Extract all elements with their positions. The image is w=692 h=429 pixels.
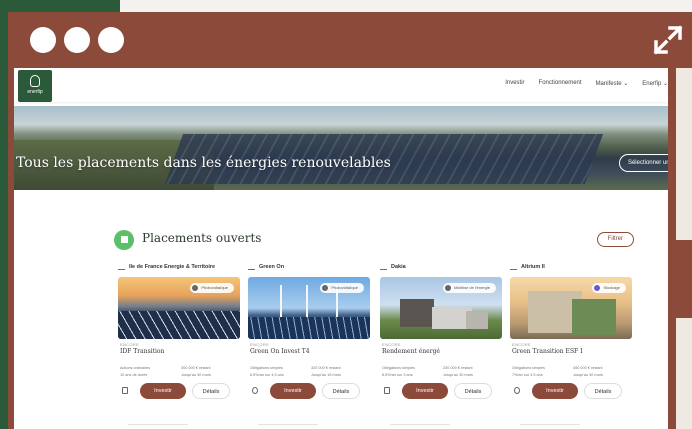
card-issuer: Green On	[248, 264, 370, 276]
card-title: Rendement énergé	[382, 348, 440, 355]
card-category-tag: Maîtrise de l'énergie	[443, 283, 496, 293]
site-nav: enerfip Investir Fonctionnement Manifest…	[14, 68, 668, 102]
card-image: Photovoltaïque	[248, 277, 370, 339]
window-control-dot[interactable]	[98, 27, 124, 53]
side-scroll-strip	[670, 68, 692, 429]
card-actions: Investir Détails	[380, 382, 502, 400]
card-label: ENCORE	[250, 342, 269, 347]
card-title: IDF Transition	[120, 348, 165, 355]
scroll-track-segment[interactable]	[676, 318, 692, 429]
card-title: Green Transition ESF I	[512, 348, 583, 355]
invest-button[interactable]: Investir	[270, 383, 316, 399]
section-title: Placements ouverts	[142, 231, 262, 245]
investment-card[interactable]: Green On Photovoltaïque ENCORE Green On …	[248, 264, 370, 414]
enerfip-logo[interactable]: enerfip	[18, 70, 52, 102]
invest-button[interactable]: Investir	[402, 383, 448, 399]
flag-icon	[114, 230, 134, 250]
leaf-icon	[30, 75, 40, 87]
card-actions: Investir Détails	[118, 382, 240, 400]
nav-links: Investir Fonctionnement Manifeste ⌄ Ener…	[505, 80, 668, 87]
details-button[interactable]: Détails	[454, 383, 492, 399]
card-category-tag: Stockage	[592, 283, 626, 293]
expand-arrows-icon[interactable]	[650, 22, 686, 58]
window-control-dot[interactable]	[64, 27, 90, 53]
investment-cards: Ile de France Energie & Territoire Photo…	[118, 264, 634, 414]
nav-link-enerfip[interactable]: Enerfip ⌄	[642, 80, 668, 87]
card-specs: Obligations simples 320 000 € restant 6,5…	[250, 366, 341, 377]
card-image: Photovoltaïque	[118, 277, 240, 339]
card-category-tag: Photovoltaïque	[320, 283, 364, 293]
invest-button[interactable]: Investir	[532, 383, 578, 399]
card-issuer: Dakia	[380, 264, 502, 276]
details-button[interactable]: Détails	[584, 383, 622, 399]
project-icon	[510, 264, 517, 270]
project-icon	[248, 264, 255, 270]
card-label: ENCORE	[382, 342, 401, 347]
window-control-dot[interactable]	[30, 27, 56, 53]
nav-link-fonctionnement[interactable]: Fonctionnement	[539, 80, 582, 87]
hero-select-button[interactable]: Sélectionner une	[618, 154, 668, 172]
card-actions: Investir Détails	[510, 382, 632, 400]
project-icon	[380, 264, 387, 270]
card-issuer: Altrium II	[510, 264, 632, 276]
card-specs: Obligations simples 230 000 € restant 8,5…	[382, 366, 473, 377]
lock-icon	[122, 387, 128, 394]
card-issuer: Ile de France Energie & Territoire	[118, 264, 240, 276]
nav-link-investir[interactable]: Investir	[505, 80, 524, 87]
details-button[interactable]: Détails	[322, 383, 360, 399]
lock-icon	[384, 387, 390, 394]
card-specs: Obligations simples 450 000 € restant 7%/…	[512, 366, 603, 377]
project-icon	[118, 264, 125, 270]
nav-link-manifeste[interactable]: Manifeste ⌄	[596, 80, 629, 87]
card-category-tag: Photovoltaïque	[190, 283, 234, 293]
card-title: Green On Invest T4	[250, 348, 310, 355]
investment-card[interactable]: Ile de France Energie & Territoire Photo…	[118, 264, 240, 414]
card-actions: Investir Détails	[248, 382, 370, 400]
page-viewport: enerfip Investir Fonctionnement Manifest…	[14, 68, 668, 429]
hero-title: Tous les placements dans les énergies re…	[16, 155, 391, 171]
title-bar	[8, 12, 692, 68]
invest-button[interactable]: Investir	[140, 383, 186, 399]
card-image: Maîtrise de l'énergie	[380, 277, 502, 339]
hero-banner: Tous les placements dans les énergies re…	[14, 106, 668, 190]
logo-text: enerfip	[27, 89, 43, 95]
card-specs: Actions ordinaires 300 000 € restant 10 a…	[120, 366, 211, 377]
globe-icon	[514, 387, 520, 394]
card-image: Stockage	[510, 277, 632, 339]
filter-button[interactable]: Filtrer	[596, 232, 634, 247]
details-button[interactable]: Détails	[192, 383, 230, 399]
investment-card[interactable]: Altrium II Stockage ENCORE Green Transit…	[510, 264, 632, 414]
card-label: ENCORE	[120, 342, 139, 347]
investment-card[interactable]: Dakia Maîtrise de l'énergie ENCORE Rende…	[380, 264, 502, 414]
browser-window: enerfip Investir Fonctionnement Manifest…	[8, 12, 692, 429]
section-header: Placements ouverts Filtrer	[114, 230, 634, 250]
card-label: ENCORE	[512, 342, 531, 347]
next-cards-row	[118, 424, 634, 429]
globe-icon	[252, 387, 258, 394]
scroll-track-segment[interactable]	[676, 68, 692, 240]
